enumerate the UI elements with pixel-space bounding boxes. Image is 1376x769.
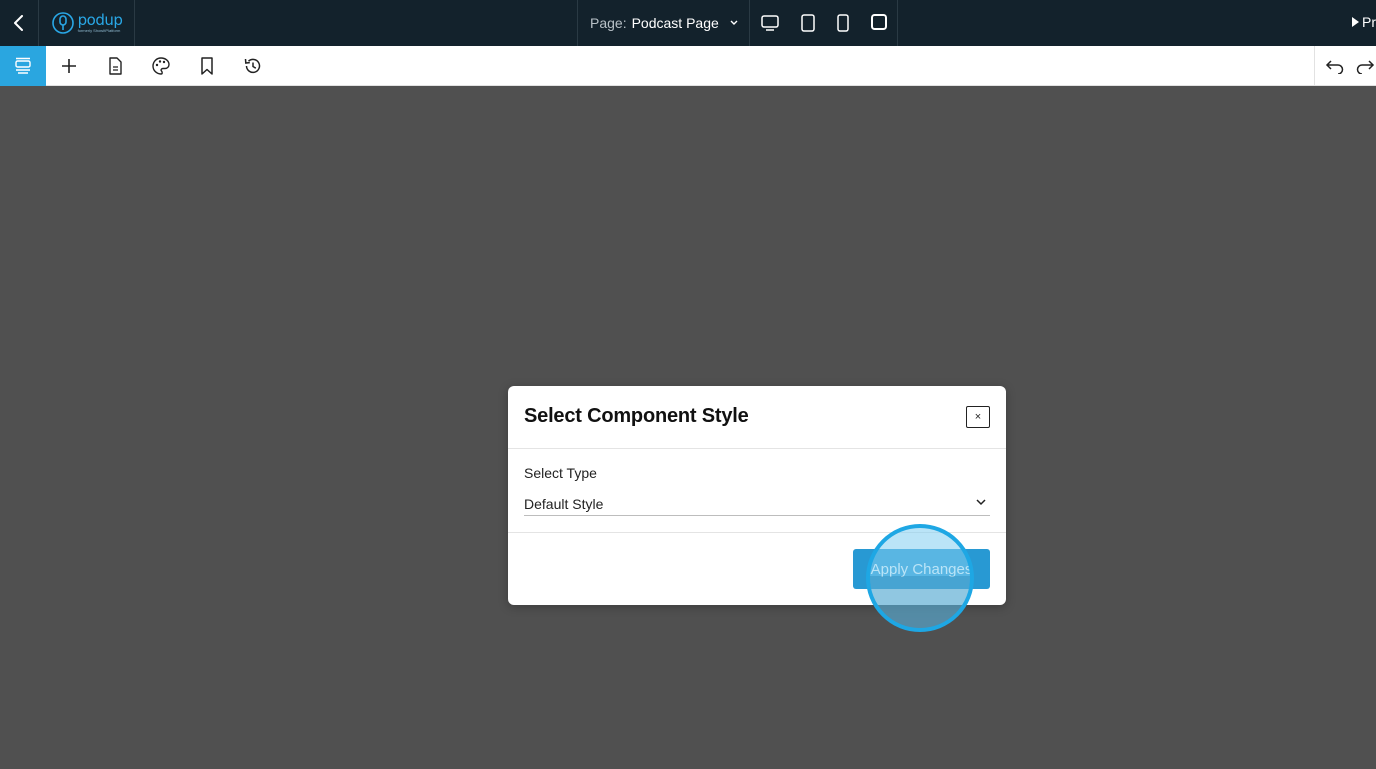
modal-title: Select Component Style — [524, 405, 749, 427]
pages-button[interactable] — [92, 46, 138, 86]
redo-button[interactable] — [1355, 46, 1376, 86]
undo-button[interactable] — [1315, 46, 1355, 86]
page-icon — [109, 57, 122, 75]
select-type-label: Select Type — [524, 465, 597, 481]
style-type-select[interactable]: Default Style — [524, 492, 990, 516]
theme-button[interactable] — [138, 46, 184, 86]
page-value: Podcast Page — [631, 15, 719, 31]
close-button[interactable]: × — [966, 406, 990, 428]
fullscreen-view-button[interactable] — [868, 11, 890, 33]
podup-logo[interactable]: podup formerly ShowItPlatform — [39, 0, 135, 46]
back-button[interactable] — [0, 0, 39, 46]
modal-footer: Apply Changes — [508, 533, 1006, 605]
layers-icon — [15, 57, 31, 74]
page-selector[interactable]: Page: Podcast Page — [577, 0, 750, 46]
undo-icon — [1325, 60, 1344, 74]
add-element-button[interactable] — [46, 46, 92, 86]
chevron-down-icon — [730, 20, 738, 25]
tablet-icon — [801, 14, 815, 32]
page-label: Page: — [590, 15, 627, 31]
mobile-icon — [837, 14, 849, 32]
apply-changes-button[interactable]: Apply Changes — [853, 549, 990, 589]
device-switcher — [750, 0, 898, 46]
tablet-view-button[interactable] — [797, 12, 819, 34]
history-icon — [244, 58, 261, 74]
modal-header: Select Component Style × — [508, 386, 1006, 449]
add-icon — [62, 59, 76, 73]
layers-button[interactable] — [0, 46, 46, 86]
mobile-view-button[interactable] — [832, 12, 854, 34]
select-component-style-modal: Select Component Style × Select Type Def… — [508, 386, 1006, 605]
redo-icon — [1356, 60, 1375, 74]
editor-toolbar — [0, 46, 1376, 86]
close-icon: × — [974, 411, 982, 423]
bookmark-icon — [201, 57, 213, 75]
desktop-view-button[interactable] — [759, 12, 781, 34]
preview-button[interactable]: Pr — [1350, 14, 1376, 30]
desktop-icon — [761, 15, 779, 31]
logo-word: podup — [77, 11, 123, 29]
microphone-logo-icon — [51, 12, 74, 34]
history-button[interactable] — [230, 46, 276, 86]
fullscreen-icon — [871, 14, 887, 30]
top-bar: podup formerly ShowItPlatform Page: Podc… — [0, 0, 1376, 46]
modal-body: Select Type Default Style — [508, 449, 1006, 533]
palette-icon — [152, 57, 170, 75]
chevron-down-icon — [976, 499, 986, 506]
apply-changes-label: Apply Changes — [870, 560, 973, 578]
select-value: Default Style — [524, 496, 604, 512]
play-icon — [1352, 17, 1359, 27]
preview-label: Pr — [1362, 14, 1376, 30]
logo-subtitle: formerly ShowItPlatform — [77, 28, 121, 33]
chevron-left-icon — [14, 15, 23, 31]
saved-button[interactable] — [184, 46, 230, 86]
